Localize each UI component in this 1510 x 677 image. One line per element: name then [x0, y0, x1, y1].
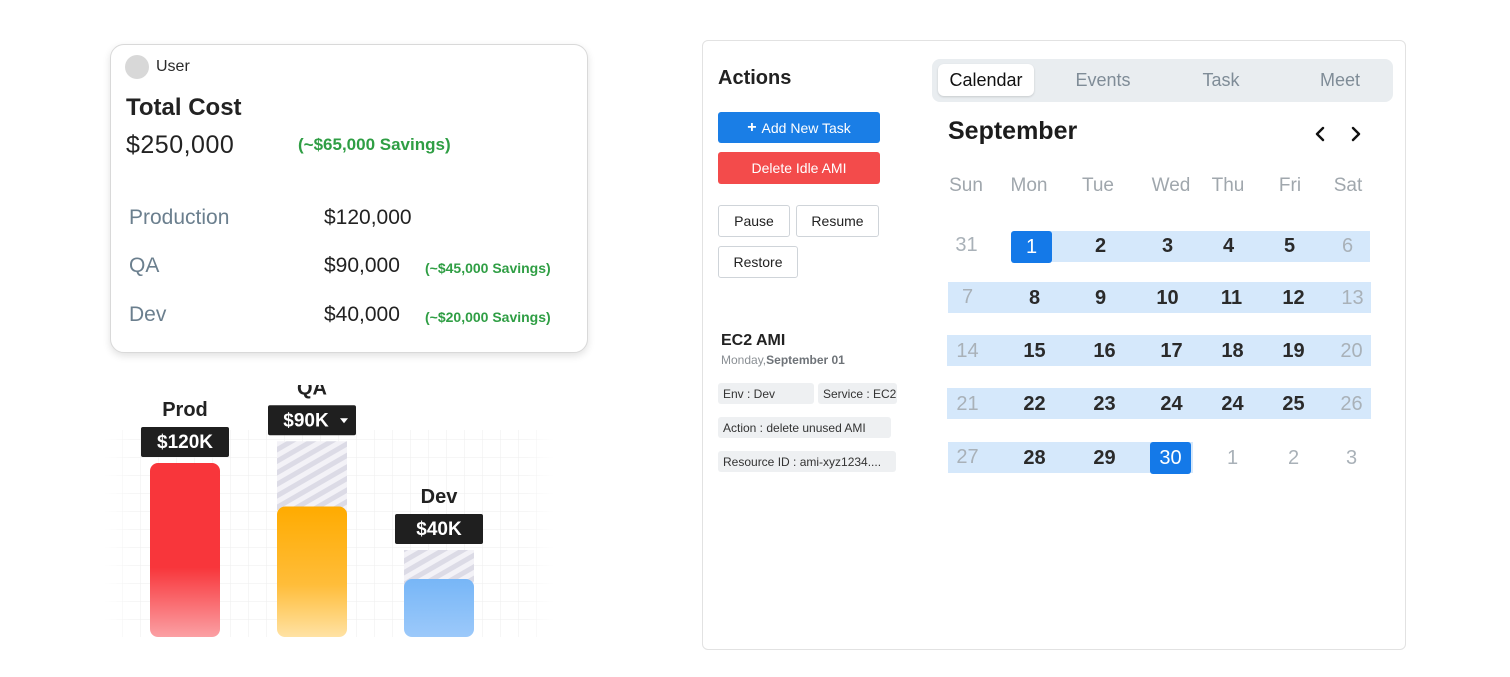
calendar-day[interactable]: 11: [1211, 282, 1252, 314]
calendar-day[interactable]: 14: [947, 335, 988, 367]
pause-button[interactable]: Pause: [718, 205, 790, 237]
action-chip: Action : delete unused AMI: [718, 417, 891, 438]
value-label-qa: $90K: [283, 410, 329, 431]
bar-dev: [404, 579, 474, 637]
calendar-month: September: [948, 117, 1078, 145]
cost-bar-chart: $120K Prod $90K QA $40K Dev: [104, 385, 554, 637]
weekday-wed: Wed: [1151, 175, 1191, 196]
tab-calendar[interactable]: Calendar: [938, 64, 1034, 96]
cost-summary-card: User Total Cost $250,000 (~$65,000 Savin…: [110, 44, 588, 353]
calendar-day[interactable]: 15: [1014, 335, 1055, 367]
calendar-day[interactable]: 5: [1269, 230, 1310, 262]
calendar-day[interactable]: 12: [1273, 282, 1314, 314]
tab-events[interactable]: Events: [1057, 59, 1149, 102]
view-tabs: Calendar Events Task Meet: [932, 59, 1393, 102]
calendar-day[interactable]: 24: [1151, 388, 1192, 420]
bar-prod: [150, 463, 220, 637]
calendar-day[interactable]: 29: [1084, 442, 1125, 474]
env-savings: (~$20,000 Savings): [425, 309, 551, 325]
category-label-dev: Dev: [421, 486, 459, 508]
add-new-task-label: Add New Task: [761, 119, 851, 136]
event-date-value: September 01: [766, 353, 845, 367]
calendar-day[interactable]: 16: [1084, 335, 1125, 367]
calendar-day[interactable]: 10: [1147, 282, 1188, 314]
tab-meet[interactable]: Meet: [1294, 59, 1386, 102]
calendar-day[interactable]: 20: [1331, 335, 1372, 367]
calendar-day[interactable]: 28: [1014, 442, 1055, 474]
actions-calendar-panel: Actions + Add New Task Delete Idle AMI P…: [702, 40, 1406, 650]
env-cost: $90,000: [324, 254, 400, 277]
delete-idle-ami-button[interactable]: Delete Idle AMI: [718, 152, 880, 184]
env-cost: $40,000: [324, 303, 400, 326]
calendar-day[interactable]: 19: [1273, 335, 1314, 367]
calendar-day[interactable]: 27: [947, 441, 988, 473]
weekday-sat: Sat: [1333, 175, 1363, 196]
bar-qa: [277, 506, 347, 637]
service-chip: Service : EC2: [818, 383, 897, 404]
calendar-day[interactable]: 4: [1208, 230, 1249, 262]
event-date: Monday,September 01: [721, 353, 845, 367]
category-label-prod: Prod: [162, 399, 208, 421]
calendar-day[interactable]: 17: [1151, 335, 1192, 367]
prev-month-icon[interactable]: [1310, 123, 1330, 145]
weekday-fri: Fri: [1278, 175, 1302, 196]
weekday-sun: Sun: [949, 175, 983, 196]
env-chip: Env : Dev: [718, 383, 814, 404]
env-row-dev: Dev $40,000 (~$20,000 Savings): [129, 303, 569, 333]
add-new-task-button[interactable]: + Add New Task: [718, 112, 880, 143]
weekday-mon: Mon: [1010, 175, 1048, 196]
calendar-day[interactable]: 24: [1212, 388, 1253, 420]
next-month-icon[interactable]: [1346, 123, 1366, 145]
env-cost: $120,000: [324, 206, 412, 229]
calendar-day[interactable]: 26: [1331, 388, 1372, 420]
calendar-day[interactable]: 22: [1014, 388, 1055, 420]
savings-bar-qa: [277, 441, 347, 517]
user-row: User: [125, 55, 190, 79]
env-name: QA: [129, 254, 160, 277]
calendar-day[interactable]: 2: [1273, 442, 1314, 474]
restore-button[interactable]: Restore: [718, 246, 798, 278]
calendar-day[interactable]: 2: [1080, 230, 1121, 262]
calendar-day[interactable]: 21: [947, 388, 988, 420]
calendar-day-selected-start[interactable]: 1: [1011, 231, 1052, 263]
calendar-day[interactable]: 18: [1212, 335, 1253, 367]
event-day: Monday,: [721, 353, 767, 367]
user-name: User: [156, 58, 190, 75]
calendar-day[interactable]: 13: [1332, 282, 1373, 314]
calendar-day-selected-end[interactable]: 30: [1150, 442, 1191, 474]
calendar-day[interactable]: 25: [1273, 388, 1314, 420]
env-row-production: Production $120,000: [129, 206, 569, 236]
value-label-prod: $120K: [157, 432, 213, 453]
category-label-qa: QA: [297, 385, 327, 399]
calendar-day[interactable]: 3: [1147, 230, 1188, 262]
avatar: [125, 55, 149, 79]
calendar-day[interactable]: 8: [1014, 282, 1055, 314]
env-savings: (~$45,000 Savings): [425, 260, 551, 276]
resource-id-chip: Resource ID : ami-xyz1234....: [718, 451, 896, 472]
total-savings: (~$65,000 Savings): [298, 135, 451, 154]
calendar-day[interactable]: 9: [1080, 282, 1121, 314]
env-row-qa: QA $90,000 (~$45,000 Savings): [129, 254, 569, 284]
event-title: EC2 AMI: [721, 332, 786, 349]
calendar-day[interactable]: 1: [1212, 442, 1253, 474]
plus-icon: +: [747, 118, 757, 136]
weekday-thu: Thu: [1211, 175, 1245, 196]
weekday-tue: Tue: [1081, 175, 1115, 196]
value-label-dev: $40K: [416, 519, 462, 540]
calendar-day[interactable]: 7: [947, 281, 988, 313]
calendar-day[interactable]: 23: [1084, 388, 1125, 420]
calendar-day[interactable]: 3: [1331, 442, 1372, 474]
resume-button[interactable]: Resume: [796, 205, 879, 237]
env-name: Production: [129, 206, 230, 229]
env-name: Dev: [129, 303, 167, 326]
total-cost-value: $250,000: [126, 131, 235, 159]
tab-task[interactable]: Task: [1175, 59, 1267, 102]
actions-title: Actions: [718, 67, 792, 89]
bar-chart-svg: $120K Prod $90K QA $40K Dev: [104, 385, 554, 637]
calendar-day[interactable]: 6: [1327, 230, 1368, 262]
calendar-day[interactable]: 31: [946, 229, 987, 261]
total-cost-label: Total Cost: [126, 94, 242, 121]
